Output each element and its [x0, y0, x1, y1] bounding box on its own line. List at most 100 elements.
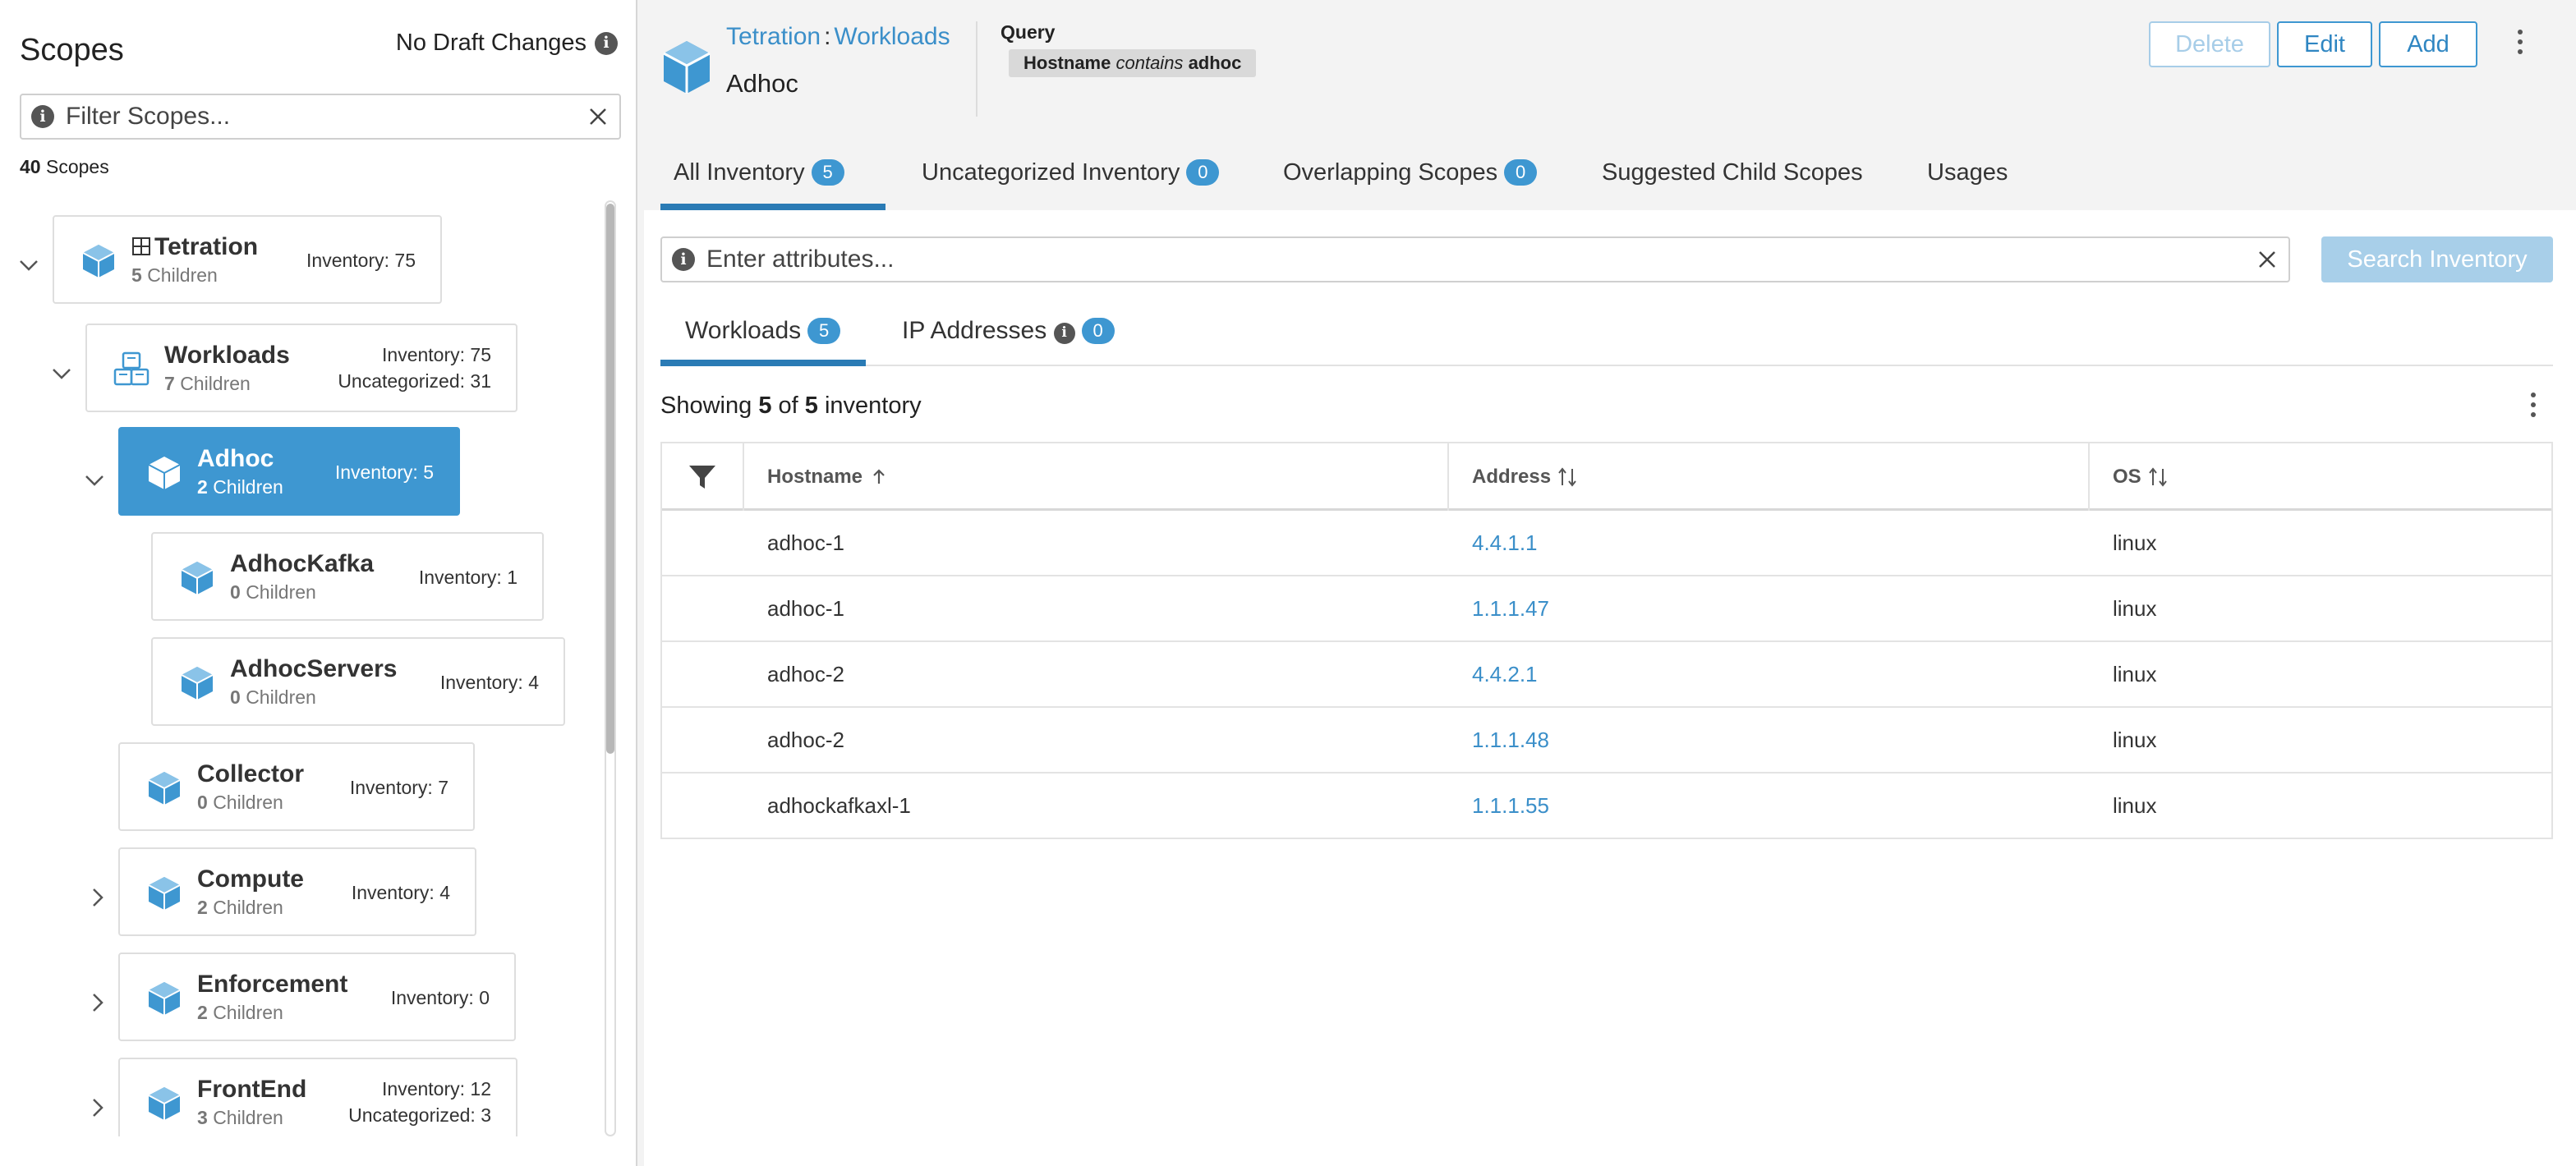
delete-button[interactable]: Delete [2149, 21, 2270, 67]
table-row[interactable]: adhoc-2 4.4.2.1 linux [662, 642, 2551, 708]
query-label: Query [1000, 21, 1056, 43]
info-icon[interactable]: i [595, 31, 618, 55]
address-link[interactable]: 4.4.1.1 [1472, 530, 1538, 556]
children-count: 2 [197, 1002, 208, 1023]
subtab-label: IP Addresses [902, 317, 1047, 344]
scope-node-adhockafka[interactable]: AdhocKafka 0 Children Inventory: 1 [151, 532, 544, 621]
sort-icon[interactable] [2146, 466, 2169, 489]
scope-count-label: Scopes [45, 156, 109, 177]
scope-node-inventory: Inventory: 12 Uncategorized: 3 [348, 1076, 491, 1128]
column-hostname[interactable]: Hostname [744, 443, 1449, 511]
scope-node-children: 2 Children [197, 476, 283, 498]
cell-os: linux [2113, 595, 2157, 621]
breadcrumb-workloads[interactable]: Workloads [834, 23, 950, 50]
children-count: 0 [197, 792, 208, 813]
chevron-down-icon[interactable] [49, 361, 74, 386]
children-count: 7 [164, 373, 175, 394]
scope-node-name: FrontEnd [197, 1076, 307, 1103]
scope-node-enforcement[interactable]: Enforcement 2 Children Inventory: 0 [118, 953, 516, 1041]
count-badge: 0 [1186, 159, 1220, 186]
breadcrumb: Tetration: Workloads [726, 23, 950, 51]
address-link[interactable]: 1.1.1.55 [1472, 793, 1549, 819]
scope-count: 40 Scopes [20, 156, 109, 178]
cell-os: linux [2113, 727, 2157, 752]
filter-icon[interactable] [686, 461, 719, 493]
add-button[interactable]: Add [2379, 21, 2477, 67]
cell-address: 1.1.1.55 [1449, 774, 2090, 838]
address-link[interactable]: 4.4.2.1 [1472, 662, 1538, 687]
address-link[interactable]: 1.1.1.47 [1472, 596, 1549, 622]
tree-scrollbar-thumb[interactable] [606, 204, 614, 754]
chevron-right-icon[interactable] [85, 990, 110, 1015]
children-label: Children [213, 1107, 283, 1128]
chevron-right-icon[interactable] [85, 1095, 110, 1120]
app-root: Scopes No Draft Changes i i 40 Scopes Te… [0, 0, 2576, 1166]
tab-overlapping-scopes[interactable]: Overlapping Scopes 0 [1283, 153, 1538, 210]
tab-usages[interactable]: Usages [1927, 153, 2008, 210]
scope-node-children: 5 Children [131, 264, 218, 287]
scope-node-workloads[interactable]: Workloads 7 Children Inventory: 75 Uncate… [85, 324, 518, 412]
tab-suggested-child-scopes[interactable]: Suggested Child Scopes [1602, 153, 1863, 210]
breadcrumb-separator: : [824, 23, 831, 50]
cell-address: 4.4.1.1 [1449, 511, 2090, 575]
attribute-search-input[interactable] [706, 246, 2234, 273]
tab-all-inventory[interactable]: All Inventory 5 [660, 153, 886, 210]
scope-cube-icon [181, 562, 214, 594]
count-badge: 5 [807, 318, 841, 344]
scope-node-adhoc[interactable]: Adhoc 2 Children Inventory: 5 [118, 427, 460, 516]
subtab-workloads[interactable]: Workloads 5 [660, 305, 866, 366]
clear-search-icon[interactable] [2254, 246, 2280, 273]
info-icon[interactable]: i [31, 105, 54, 128]
subtab-ip-addresses[interactable]: IP Addresses i0 [902, 305, 1115, 366]
table-row[interactable]: adhoc-2 1.1.1.48 linux [662, 708, 2551, 774]
inventory-content: i Search Inventory Workloads5 IP Address… [644, 210, 2576, 1166]
scope-node-tetration[interactable]: Tetration 5 Children Inventory: 75 [53, 215, 442, 304]
tab-label: Overlapping Scopes [1283, 159, 1498, 186]
sort-ascending-icon[interactable] [869, 467, 889, 487]
scope-node-name: AdhocServers [230, 655, 398, 682]
cell-address: 4.4.2.1 [1449, 642, 2090, 706]
count-badge: 0 [1504, 159, 1538, 186]
scope-tree: Tetration 5 Children Inventory: 75 Workl… [0, 200, 608, 1136]
column-address[interactable]: Address [1449, 443, 2090, 511]
scope-node-children: 0 Children [230, 686, 316, 709]
tab-label: Uncategorized Inventory [922, 159, 1180, 186]
edit-button[interactable]: Edit [2277, 21, 2372, 67]
scope-node-children: 7 Children [164, 373, 251, 395]
clear-filter-icon[interactable] [585, 103, 611, 130]
breadcrumb-tetration[interactable]: Tetration [726, 23, 821, 50]
address-link[interactable]: 1.1.1.48 [1472, 728, 1549, 753]
chevron-right-icon[interactable] [85, 885, 110, 910]
search-inventory-button[interactable]: Search Inventory [2321, 236, 2553, 282]
cell-hostname: adhoc-2 [767, 727, 844, 752]
more-actions-icon[interactable] [2515, 30, 2525, 62]
children-label: Children [213, 792, 283, 813]
row-spacer [662, 774, 744, 838]
tab-uncategorized-inventory[interactable]: Uncategorized Inventory 0 [922, 153, 1220, 210]
table-header: Hostname Address OS [662, 443, 2551, 511]
scope-node-adhocservers[interactable]: AdhocServers 0 Children Inventory: 4 [151, 637, 565, 726]
children-count: 0 [230, 581, 241, 603]
info-icon[interactable]: i [672, 248, 695, 271]
showing-suffix: inventory [824, 392, 922, 419]
scope-node-compute[interactable]: Compute 2 Children Inventory: 4 [118, 847, 476, 936]
table-row[interactable]: adhoc-1 1.1.1.47 linux [662, 576, 2551, 642]
children-label: Children [213, 897, 283, 918]
scope-node-collector[interactable]: Collector 0 Children Inventory: 7 [118, 742, 475, 831]
inventory-table: Hostname Address OS adhoc-1 4.4.1.1 linu… [660, 442, 2553, 839]
table-row[interactable]: adhoc-1 4.4.1.1 linux [662, 511, 2551, 576]
cell-hostname: adhockafkaxl-1 [767, 792, 911, 818]
table-row[interactable]: adhockafkaxl-1 1.1.1.55 linux [662, 774, 2551, 839]
column-os[interactable]: OS [2090, 443, 2551, 511]
column-label: Address [1472, 466, 1552, 488]
scope-node-frontend[interactable]: FrontEnd 3 Children Inventory: 12 Uncateg… [118, 1058, 518, 1136]
filter-scopes-input[interactable] [66, 103, 559, 131]
info-icon[interactable]: i [1053, 322, 1075, 344]
table-options-icon[interactable] [2528, 392, 2538, 425]
sort-icon[interactable] [1556, 466, 1579, 489]
scope-cube-icon [663, 41, 711, 94]
chevron-down-icon[interactable] [16, 253, 41, 278]
chevron-down-icon[interactable] [82, 468, 107, 493]
draft-status-label: No Draft Changes [395, 30, 586, 56]
column-filter[interactable] [662, 443, 744, 511]
